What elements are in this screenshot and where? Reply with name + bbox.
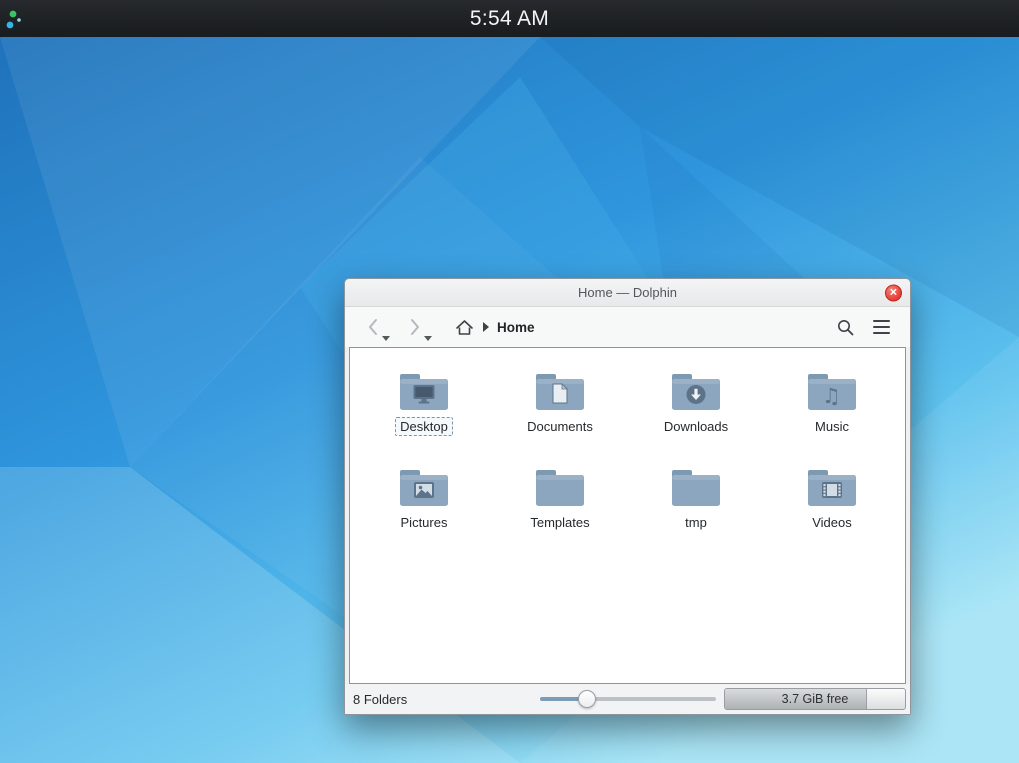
videos-folder-icon[interactable] <box>804 466 860 510</box>
window-title: Home — Dolphin <box>578 285 677 300</box>
caret-right-icon <box>483 322 489 332</box>
pictures-folder-icon[interactable] <box>396 466 452 510</box>
forward-button[interactable] <box>401 312 429 342</box>
tmp-folder-icon[interactable] <box>668 466 724 510</box>
folder-item-videos[interactable]: Videos <box>764 458 900 554</box>
back-button[interactable] <box>359 312 387 342</box>
folder-item-downloads[interactable]: Downloads <box>628 362 764 458</box>
folder-item-pictures[interactable]: Pictures <box>356 458 492 554</box>
home-button[interactable] <box>451 313 477 341</box>
hamburger-menu-icon <box>873 320 890 334</box>
breadcrumb-home[interactable]: Home <box>497 320 535 335</box>
folder-label-documents[interactable]: Documents <box>522 417 598 436</box>
downloads-folder-icon[interactable] <box>668 370 724 414</box>
folder-label-templates[interactable]: Templates <box>525 513 594 532</box>
folder-label-desktop[interactable]: Desktop <box>395 417 453 436</box>
window-toolbar: Home <box>345 307 910 347</box>
zoom-slider[interactable] <box>540 688 716 710</box>
status-bar: 8 Folders 3.7 GiB free <box>345 684 910 714</box>
folder-grid: Desktop Documents <box>350 348 905 554</box>
zoom-slider-track[interactable] <box>587 697 715 701</box>
forward-arrow-icon <box>409 318 421 336</box>
svg-text:♫: ♫ <box>822 384 841 408</box>
templates-folder-icon[interactable] <box>532 466 588 510</box>
folder-label-pictures[interactable]: Pictures <box>396 513 453 532</box>
items-count: 8 Folders <box>353 692 407 707</box>
search-button[interactable] <box>830 312 860 342</box>
folder-item-documents[interactable]: Documents <box>492 362 628 458</box>
close-button[interactable]: ✕ <box>885 284 902 301</box>
zoom-slider-handle[interactable] <box>578 690 596 708</box>
back-history-caret-icon[interactable] <box>382 336 390 341</box>
activities-tray-icon[interactable] <box>3 5 27 32</box>
documents-folder-icon[interactable] <box>532 370 588 414</box>
panel-clock: 5:54 AM <box>470 7 549 31</box>
free-space-label: 3.7 GiB free <box>725 689 905 709</box>
back-arrow-icon <box>367 318 379 336</box>
folder-item-music[interactable]: ♫ Music <box>764 362 900 458</box>
free-space-bar: 3.7 GiB free <box>724 688 906 710</box>
folder-label-videos[interactable]: Videos <box>807 513 857 532</box>
search-icon <box>836 318 855 337</box>
folder-label-downloads[interactable]: Downloads <box>659 417 733 436</box>
menu-button[interactable] <box>866 312 896 342</box>
folder-label-music[interactable]: Music <box>810 417 854 436</box>
desktop-folder-icon[interactable] <box>396 370 452 414</box>
music-folder-icon[interactable]: ♫ <box>804 370 860 414</box>
folder-item-desktop[interactable]: Desktop <box>356 362 492 458</box>
folder-view[interactable]: Desktop Documents <box>349 347 906 684</box>
forward-history-caret-icon[interactable] <box>424 336 432 341</box>
home-icon <box>455 319 474 336</box>
folder-item-tmp[interactable]: tmp <box>628 458 764 554</box>
folder-item-templates[interactable]: Templates <box>492 458 628 554</box>
dolphin-window: Home — Dolphin ✕ Home <box>344 278 911 715</box>
top-panel: 5:54 AM <box>0 0 1019 37</box>
window-titlebar[interactable]: Home — Dolphin ✕ <box>345 279 910 307</box>
folder-label-tmp[interactable]: tmp <box>680 513 712 532</box>
